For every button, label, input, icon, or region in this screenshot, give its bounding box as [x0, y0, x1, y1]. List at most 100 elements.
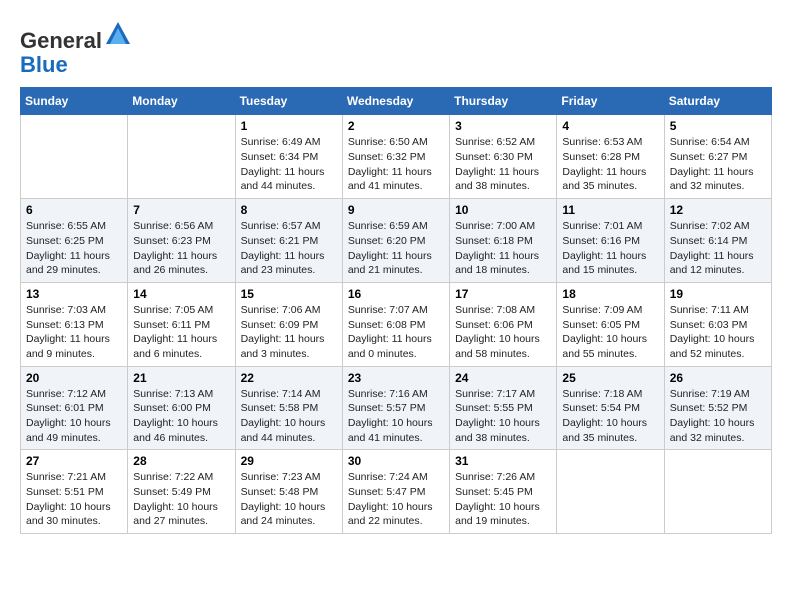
day-info: Sunrise: 7:19 AMSunset: 5:52 PMDaylight:… — [670, 387, 766, 446]
calendar-day-cell: 23 Sunrise: 7:16 AMSunset: 5:57 PMDayligh… — [342, 366, 449, 450]
day-info: Sunrise: 7:06 AMSunset: 6:09 PMDaylight:… — [241, 303, 337, 362]
calendar-week-row: 13Sunrise: 7:03 AMSunset: 6:13 PMDayligh… — [21, 282, 772, 366]
calendar-week-row: 20Sunrise: 7:12 AMSunset: 6:01 PMDayligh… — [21, 366, 772, 450]
day-number: 12 — [670, 203, 766, 217]
day-number: 2 — [348, 119, 444, 133]
logo: General Blue — [20, 20, 132, 77]
calendar-day-cell: 27 Sunrise: 7:21 AMSunset: 5:51 PMDayligh… — [21, 450, 128, 534]
calendar-day-cell: 25Sunrise: 7:18 AMSunset: 5:54 PMDayligh… — [557, 366, 664, 450]
day-info: Sunrise: 7:00 AMSunset: 6:18 PMDaylight:… — [455, 219, 551, 278]
day-number: 25 — [562, 371, 658, 385]
day-info: Sunrise: 7:08 AMSunset: 6:06 PMDaylight:… — [455, 303, 551, 362]
day-number: 30 — [348, 454, 444, 468]
calendar-day-cell: 31 Sunrise: 7:26 AMSunset: 5:45 PMDayligh… — [450, 450, 557, 534]
calendar-day-cell: 22 Sunrise: 7:14 AMSunset: 5:58 PMDayligh… — [235, 366, 342, 450]
calendar-day-cell: 15Sunrise: 7:06 AMSunset: 6:09 PMDayligh… — [235, 282, 342, 366]
calendar-day-cell: 16 Sunrise: 7:07 AMSunset: 6:08 PMDayligh… — [342, 282, 449, 366]
calendar-header-row: SundayMondayTuesdayWednesdayThursdayFrid… — [21, 88, 772, 115]
day-info: Sunrise: 6:56 AMSunset: 6:23 PMDaylight:… — [133, 219, 229, 278]
day-number: 23 — [348, 371, 444, 385]
calendar-day-cell: 4 Sunrise: 6:53 AMSunset: 6:28 PMDaylight… — [557, 115, 664, 199]
day-number: 17 — [455, 287, 551, 301]
day-number: 18 — [562, 287, 658, 301]
day-info: Sunrise: 7:24 AMSunset: 5:47 PMDaylight:… — [348, 470, 444, 529]
calendar-day-cell: 17 Sunrise: 7:08 AMSunset: 6:06 PMDayligh… — [450, 282, 557, 366]
calendar-day-cell — [664, 450, 771, 534]
calendar-day-cell: 28Sunrise: 7:22 AMSunset: 5:49 PMDayligh… — [128, 450, 235, 534]
day-number: 4 — [562, 119, 658, 133]
day-info: Sunrise: 7:14 AMSunset: 5:58 PMDaylight:… — [241, 387, 337, 446]
calendar-week-row: 1 Sunrise: 6:49 AMSunset: 6:34 PMDaylight… — [21, 115, 772, 199]
calendar-day-cell: 18 Sunrise: 7:09 AMSunset: 6:05 PMDayligh… — [557, 282, 664, 366]
logo-general-text: General — [20, 28, 102, 53]
day-number: 26 — [670, 371, 766, 385]
day-info: Sunrise: 6:55 AMSunset: 6:25 PMDaylight:… — [26, 219, 122, 278]
calendar-day-cell: 1 Sunrise: 6:49 AMSunset: 6:34 PMDaylight… — [235, 115, 342, 199]
day-info: Sunrise: 7:11 AMSunset: 6:03 PMDaylight:… — [670, 303, 766, 362]
day-number: 22 — [241, 371, 337, 385]
day-number: 16 — [348, 287, 444, 301]
calendar-day-cell — [128, 115, 235, 199]
day-info: Sunrise: 7:23 AMSunset: 5:48 PMDaylight:… — [241, 470, 337, 529]
calendar-day-cell: 10Sunrise: 7:00 AMSunset: 6:18 PMDayligh… — [450, 199, 557, 283]
day-info: Sunrise: 6:49 AMSunset: 6:34 PMDaylight:… — [241, 135, 337, 194]
day-of-week-header: Sunday — [21, 88, 128, 115]
calendar-day-cell: 13Sunrise: 7:03 AMSunset: 6:13 PMDayligh… — [21, 282, 128, 366]
day-number: 24 — [455, 371, 551, 385]
day-info: Sunrise: 7:01 AMSunset: 6:16 PMDaylight:… — [562, 219, 658, 278]
day-number: 27 — [26, 454, 122, 468]
day-number: 20 — [26, 371, 122, 385]
calendar-day-cell: 19 Sunrise: 7:11 AMSunset: 6:03 PMDayligh… — [664, 282, 771, 366]
day-info: Sunrise: 7:09 AMSunset: 6:05 PMDaylight:… — [562, 303, 658, 362]
day-number: 5 — [670, 119, 766, 133]
calendar-day-cell: 7Sunrise: 6:56 AMSunset: 6:23 PMDaylight… — [128, 199, 235, 283]
day-info: Sunrise: 7:07 AMSunset: 6:08 PMDaylight:… — [348, 303, 444, 362]
day-info: Sunrise: 7:13 AMSunset: 6:00 PMDaylight:… — [133, 387, 229, 446]
day-number: 14 — [133, 287, 229, 301]
calendar-day-cell: 6Sunrise: 6:55 AMSunset: 6:25 PMDaylight… — [21, 199, 128, 283]
day-number: 9 — [348, 203, 444, 217]
day-info: Sunrise: 7:21 AMSunset: 5:51 PMDaylight:… — [26, 470, 122, 529]
day-info: Sunrise: 7:05 AMSunset: 6:11 PMDaylight:… — [133, 303, 229, 362]
day-of-week-header: Monday — [128, 88, 235, 115]
day-number: 29 — [241, 454, 337, 468]
day-info: Sunrise: 7:02 AMSunset: 6:14 PMDaylight:… — [670, 219, 766, 278]
day-of-week-header: Friday — [557, 88, 664, 115]
day-of-week-header: Tuesday — [235, 88, 342, 115]
day-info: Sunrise: 6:50 AMSunset: 6:32 PMDaylight:… — [348, 135, 444, 194]
calendar-day-cell: 3 Sunrise: 6:52 AMSunset: 6:30 PMDaylight… — [450, 115, 557, 199]
calendar-day-cell: 29 Sunrise: 7:23 AMSunset: 5:48 PMDayligh… — [235, 450, 342, 534]
calendar-day-cell: 2 Sunrise: 6:50 AMSunset: 6:32 PMDaylight… — [342, 115, 449, 199]
day-info: Sunrise: 6:57 AMSunset: 6:21 PMDaylight:… — [241, 219, 337, 278]
day-number: 1 — [241, 119, 337, 133]
day-number: 11 — [562, 203, 658, 217]
calendar-day-cell: 24 Sunrise: 7:17 AMSunset: 5:55 PMDayligh… — [450, 366, 557, 450]
day-number: 31 — [455, 454, 551, 468]
day-info: Sunrise: 6:52 AMSunset: 6:30 PMDaylight:… — [455, 135, 551, 194]
calendar-day-cell: 21 Sunrise: 7:13 AMSunset: 6:00 PMDayligh… — [128, 366, 235, 450]
day-number: 8 — [241, 203, 337, 217]
calendar-day-cell: 8 Sunrise: 6:57 AMSunset: 6:21 PMDaylight… — [235, 199, 342, 283]
day-number: 21 — [133, 371, 229, 385]
calendar-day-cell: 11 Sunrise: 7:01 AMSunset: 6:16 PMDayligh… — [557, 199, 664, 283]
calendar-day-cell: 26 Sunrise: 7:19 AMSunset: 5:52 PMDayligh… — [664, 366, 771, 450]
day-number: 19 — [670, 287, 766, 301]
calendar-day-cell — [21, 115, 128, 199]
calendar-table: SundayMondayTuesdayWednesdayThursdayFrid… — [20, 87, 772, 534]
day-info: Sunrise: 7:17 AMSunset: 5:55 PMDaylight:… — [455, 387, 551, 446]
day-info: Sunrise: 6:53 AMSunset: 6:28 PMDaylight:… — [562, 135, 658, 194]
day-number: 13 — [26, 287, 122, 301]
day-info: Sunrise: 7:16 AMSunset: 5:57 PMDaylight:… — [348, 387, 444, 446]
day-of-week-header: Saturday — [664, 88, 771, 115]
day-of-week-header: Wednesday — [342, 88, 449, 115]
calendar-week-row: 6Sunrise: 6:55 AMSunset: 6:25 PMDaylight… — [21, 199, 772, 283]
calendar-day-cell: 30 Sunrise: 7:24 AMSunset: 5:47 PMDayligh… — [342, 450, 449, 534]
calendar-day-cell: 14 Sunrise: 7:05 AMSunset: 6:11 PMDayligh… — [128, 282, 235, 366]
calendar-day-cell: 9Sunrise: 6:59 AMSunset: 6:20 PMDaylight… — [342, 199, 449, 283]
day-number: 3 — [455, 119, 551, 133]
calendar-day-cell: 5Sunrise: 6:54 AMSunset: 6:27 PMDaylight… — [664, 115, 771, 199]
day-number: 28 — [133, 454, 229, 468]
logo-icon — [104, 20, 132, 48]
day-of-week-header: Thursday — [450, 88, 557, 115]
day-info: Sunrise: 7:26 AMSunset: 5:45 PMDaylight:… — [455, 470, 551, 529]
